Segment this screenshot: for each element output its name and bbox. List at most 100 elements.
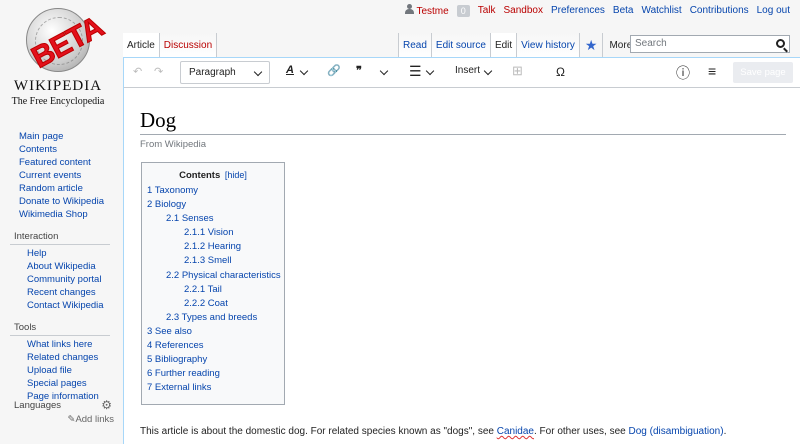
beta-link[interactable]: Beta	[613, 5, 634, 16]
sidebar-link[interactable]: Donate to Wikipedia	[19, 196, 104, 207]
text-style-icon[interactable]: A	[286, 64, 294, 76]
add-links-link[interactable]: ✎Add links	[14, 414, 114, 425]
toc-link[interactable]: 2.2.2 Coat	[184, 298, 228, 309]
cite-icon[interactable]: ❞	[356, 64, 362, 77]
sidebar-item-shop[interactable]: Wikimedia Shop	[10, 208, 120, 221]
search-icon[interactable]	[776, 39, 785, 48]
toc-item[interactable]: 2.1.1 Vision	[142, 226, 284, 240]
hatnote[interactable]: This article is about the domestic dog. …	[140, 426, 726, 437]
sidebar-link[interactable]: Contact Wikipedia	[27, 300, 104, 311]
toc-item[interactable]: 2 Biology	[142, 198, 284, 212]
toc-link[interactable]: 6 Further reading	[147, 368, 220, 379]
redo-icon[interactable]: ↷	[154, 65, 163, 78]
sidebar-link[interactable]: Upload file	[27, 365, 72, 376]
tab-read[interactable]: Read	[398, 33, 431, 57]
sidebar-link[interactable]: Current events	[19, 170, 81, 181]
special-character-icon[interactable]: Ω	[556, 65, 565, 79]
watch-star-icon[interactable]: ★	[578, 33, 603, 57]
sidebar-item-current-events[interactable]: Current events	[10, 169, 120, 182]
sidebar-link[interactable]: Random article	[19, 183, 83, 194]
toc-item[interactable]: 2.1.2 Hearing	[142, 240, 284, 254]
toc-link[interactable]: 2.2 Physical characteristics	[166, 270, 281, 281]
sidebar-item-contents[interactable]: Contents	[10, 143, 120, 156]
sidebar-item-upload-file[interactable]: Upload file	[10, 364, 120, 377]
sidebar-link[interactable]: Help	[27, 248, 47, 259]
logout-link[interactable]: Log out	[757, 5, 790, 16]
sidebar-link[interactable]: About Wikipedia	[27, 261, 96, 272]
preferences-link[interactable]: Preferences	[551, 5, 605, 16]
toc-item[interactable]: 3 See also	[142, 325, 284, 339]
canidae-link[interactable]: Canidae	[497, 426, 534, 437]
sandbox-link[interactable]: Sandbox	[504, 5, 543, 16]
toc-link[interactable]: 1 Taxonomy	[147, 185, 198, 196]
toc-link[interactable]: 2.3 Types and breeds	[166, 312, 257, 323]
tab-edit[interactable]: Edit	[489, 33, 517, 57]
sidebar-link[interactable]: Wikimedia Shop	[19, 209, 88, 220]
toc-item[interactable]: 2.2.1 Tail	[142, 283, 284, 297]
sidebar-link[interactable]: Community portal	[27, 274, 101, 285]
table-icon[interactable]: ⊞	[512, 63, 523, 79]
user-link[interactable]: Testme	[405, 4, 449, 17]
sidebar-item-random-article[interactable]: Random article	[10, 182, 120, 195]
sidebar-item-featured-content[interactable]: Featured content	[10, 156, 120, 169]
toc-item[interactable]: 6 Further reading	[142, 367, 284, 381]
toc-item[interactable]: 7 External links	[142, 381, 284, 395]
save-page-button[interactable]: Save page	[733, 62, 793, 83]
toc-item[interactable]: 2.2.2 Coat	[142, 297, 284, 311]
tab-view-history[interactable]: View history	[516, 33, 579, 57]
username-link[interactable]: Testme	[416, 6, 448, 17]
sidebar-link[interactable]: Main page	[19, 131, 63, 142]
search-input[interactable]: Search	[630, 35, 790, 53]
toc-link[interactable]: 2.1 Senses	[166, 213, 214, 224]
toc-link[interactable]: 2.1.1 Vision	[184, 227, 233, 238]
toc-link[interactable]: 3 See also	[147, 326, 192, 337]
paragraph-format-select[interactable]: Paragraph	[180, 61, 270, 84]
tab-edit-source[interactable]: Edit source	[430, 33, 490, 57]
toc-hide-toggle[interactable]: [hide]	[225, 170, 247, 180]
sidebar-link[interactable]: What links here	[27, 339, 92, 350]
sidebar-link[interactable]: Contents	[19, 144, 57, 155]
toc-item[interactable]: 2.1.3 Smell	[142, 254, 284, 268]
tab-discussion[interactable]: Discussion	[159, 33, 218, 57]
undo-icon[interactable]: ↶	[133, 65, 142, 78]
toc-item[interactable]: 2.1 Senses	[142, 212, 284, 226]
insert-menu[interactable]: Insert	[455, 65, 480, 76]
toc-link[interactable]: 2 Biology	[147, 199, 186, 210]
disambiguation-link[interactable]: Dog (disambiguation)	[629, 426, 724, 437]
toc-item[interactable]: 2.2 Physical characteristics	[142, 269, 284, 283]
sidebar-item-help[interactable]: Help	[10, 247, 120, 260]
page-title[interactable]: Dog	[140, 108, 176, 133]
sidebar-item-related-changes[interactable]: Related changes	[10, 351, 120, 364]
menu-icon[interactable]: ≡	[708, 63, 716, 79]
help-icon[interactable]: ⓘ	[676, 63, 690, 83]
toc-link[interactable]: 5 Bibliography	[147, 354, 207, 365]
gear-icon[interactable]: ⚙	[101, 398, 112, 412]
sidebar-item-donate[interactable]: Donate to Wikipedia	[10, 195, 120, 208]
tab-article[interactable]: Article	[123, 33, 160, 57]
link-icon[interactable]: 🔗	[327, 64, 341, 77]
toc-item[interactable]: 4 References	[142, 339, 284, 353]
sidebar-item-special-pages[interactable]: Special pages	[10, 377, 120, 390]
toc-item[interactable]: 2.3 Types and breeds	[142, 311, 284, 325]
toc-link[interactable]: 2.1.3 Smell	[184, 255, 232, 266]
toc-item[interactable]: 5 Bibliography	[142, 353, 284, 367]
notification-badge[interactable]: 0	[456, 4, 470, 17]
wikipedia-logo[interactable]: BETA WIKIPEDIA The Free Encyclopedia	[8, 8, 109, 120]
sidebar-item-community-portal[interactable]: Community portal	[10, 273, 120, 286]
toc-item[interactable]: 1 Taxonomy	[142, 184, 284, 198]
sidebar-item-what-links-here[interactable]: What links here	[10, 338, 120, 351]
toc-link[interactable]: 7 External links	[147, 382, 211, 393]
toc-link[interactable]: 2.1.2 Hearing	[184, 241, 241, 252]
talk-link[interactable]: Talk	[478, 5, 496, 16]
toc-link[interactable]: 2.2.1 Tail	[184, 284, 222, 295]
list-icon[interactable]: ☰	[409, 63, 422, 80]
contributions-link[interactable]: Contributions	[690, 5, 749, 16]
sidebar-link[interactable]: Recent changes	[27, 287, 96, 298]
sidebar-item-contact[interactable]: Contact Wikipedia	[10, 299, 120, 312]
sidebar-link[interactable]: Related changes	[27, 352, 98, 363]
sidebar-link[interactable]: Featured content	[19, 157, 91, 168]
sidebar-link[interactable]: Special pages	[27, 378, 87, 389]
toc-link[interactable]: 4 References	[147, 340, 204, 351]
sidebar-item-recent-changes[interactable]: Recent changes	[10, 286, 120, 299]
sidebar-item-main-page[interactable]: Main page	[10, 130, 120, 143]
